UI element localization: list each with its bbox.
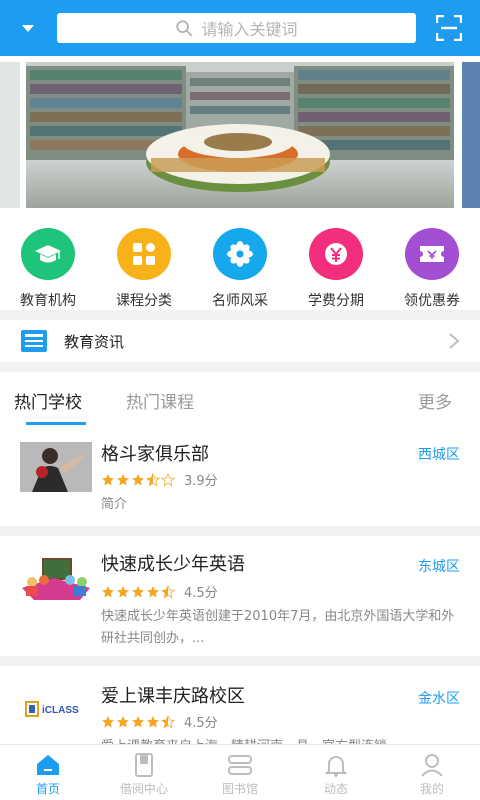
tab-hot-schools[interactable]: 热门学校	[14, 388, 82, 413]
star-empty-icon	[161, 472, 175, 486]
star-icon	[102, 473, 114, 485]
category-label: 领优惠券	[404, 293, 460, 309]
school-description: 简介	[101, 497, 128, 512]
school-description: 爱上课教育来自上海，精耕河南一县，官方型连锁	[101, 736, 460, 744]
app-root: 请输入关键词 教育机构 课程分类 名师风采 学费分期 领优惠券 教育资讯 热门学…	[0, 0, 480, 800]
nav-label: 动态	[323, 782, 348, 796]
category-grid: 教育机构 课程分类 名师风采 学费分期 领优惠券	[0, 214, 480, 310]
search-input[interactable]: 请输入关键词	[57, 13, 416, 43]
tab-underline	[26, 422, 86, 425]
grid-icon	[133, 243, 155, 265]
star-icon	[132, 715, 144, 727]
rating-stars: 4.5分	[101, 712, 218, 731]
nav-label: 图书馆	[221, 782, 258, 796]
star-icon	[147, 715, 159, 727]
tab-hot-courses[interactable]: 热门课程	[126, 388, 194, 413]
list-tabs: 热门学校 热门课程 更多	[0, 372, 480, 426]
category-course-types[interactable]: 课程分类	[96, 214, 192, 310]
school-thumbnail	[20, 554, 92, 604]
category-icon-circle	[21, 228, 75, 280]
list-separator	[0, 526, 480, 536]
yuan-icon	[325, 243, 347, 265]
star-icon	[102, 715, 114, 727]
school-name: 格斗家俱乐部	[101, 444, 209, 465]
category-icon-circle	[405, 228, 459, 280]
star-icon	[117, 715, 129, 727]
caret-down-icon	[22, 24, 34, 32]
rating-stars: 4.5分	[101, 582, 218, 601]
newspaper-icon	[21, 330, 47, 352]
chevron-right-icon	[449, 333, 460, 349]
school-district[interactable]: 西城区	[418, 444, 460, 464]
school-district[interactable]: 东城区	[418, 556, 460, 576]
rating-score: 4.5分	[184, 586, 218, 601]
category-famous-teachers[interactable]: 名师风采	[192, 214, 288, 310]
star-half-icon	[161, 584, 175, 598]
star-icon	[132, 585, 144, 597]
graduation-cap-icon	[35, 245, 61, 263]
star-half-icon	[161, 714, 175, 728]
category-education-institution[interactable]: 教育机构	[0, 214, 96, 310]
nav-home[interactable]: 首页	[0, 745, 96, 800]
more-link[interactable]: 更多	[418, 388, 452, 413]
banner-carousel[interactable]	[0, 56, 480, 214]
svg-text:iCLASS: iCLASS	[42, 705, 79, 716]
dropdown-toggle[interactable]	[0, 0, 56, 56]
category-label: 学费分期	[308, 293, 364, 309]
school-district[interactable]: 金水区	[418, 688, 460, 708]
list-item-school-2[interactable]: 快速成长少年英语 东城区 4.5分 快速成长少年英语创建于2010年7月，由北京…	[0, 536, 480, 656]
list-separator	[0, 656, 480, 666]
user-icon	[421, 754, 443, 777]
star-icon	[117, 585, 129, 597]
news-entry[interactable]: 教育资讯	[0, 320, 480, 362]
school-description: 快速成长少年英语创建于2010年7月，由北京外国语大学和外研社共同创办，...	[101, 609, 455, 646]
school-list-section: 热门学校 热门课程 更多 格斗家俱乐部 西城区 3.9分 简介 快速成长少年英语…	[0, 372, 480, 744]
rating-score: 4.5分	[184, 716, 218, 731]
coupon-icon	[420, 246, 444, 262]
nav-label: 首页	[35, 782, 60, 796]
category-label: 名师风采	[212, 293, 268, 309]
search-icon	[176, 20, 193, 37]
category-icon-circle	[213, 228, 267, 280]
library-icon	[228, 755, 252, 775]
school-name: 快速成长少年英语	[101, 554, 245, 575]
category-label: 教育机构	[20, 293, 76, 309]
book-icon	[135, 753, 153, 777]
bottom-tab-bar: 首页 借阅中心 图书馆 动态 我的	[0, 744, 480, 800]
star-icon	[102, 585, 114, 597]
banner-peek-next	[462, 62, 480, 208]
star-icon	[117, 473, 129, 485]
star-icon	[147, 585, 159, 597]
list-item-school-3[interactable]: iCLASS 爱上课丰庆路校区 金水区 4.5分 爱上课教育来自上海，精耕河南一…	[0, 666, 480, 744]
nav-updates[interactable]: 动态	[288, 745, 384, 800]
nav-borrow-center[interactable]: 借阅中心	[96, 745, 192, 800]
category-icon-circle	[117, 228, 171, 280]
school-thumbnail	[20, 442, 92, 492]
scan-icon[interactable]	[436, 15, 462, 41]
school-thumbnail: iCLASS	[20, 684, 92, 734]
top-bar: 请输入关键词	[0, 0, 480, 56]
category-tuition-installments[interactable]: 学费分期	[288, 214, 384, 310]
list-item-school-1[interactable]: 格斗家俱乐部 西城区 3.9分 简介	[0, 426, 480, 526]
school-name: 爱上课丰庆路校区	[101, 686, 245, 707]
category-icon-circle	[309, 228, 363, 280]
bell-icon	[324, 756, 348, 777]
star-icon	[132, 473, 144, 485]
home-icon	[37, 755, 59, 775]
rating-stars: 3.9分	[101, 470, 218, 489]
category-label: 课程分类	[116, 293, 172, 309]
search-placeholder: 请输入关键词	[201, 20, 298, 39]
banner-image[interactable]	[26, 62, 454, 208]
star-half-icon	[146, 472, 160, 486]
news-title: 教育资讯	[64, 332, 125, 351]
nav-label: 借阅中心	[119, 782, 168, 796]
nav-profile[interactable]: 我的	[384, 745, 480, 800]
flower-icon	[227, 241, 253, 267]
nav-library[interactable]: 图书馆	[192, 745, 288, 800]
nav-label: 我的	[419, 782, 444, 796]
category-coupons[interactable]: 领优惠券	[384, 214, 480, 310]
rating-score: 3.9分	[184, 474, 218, 489]
banner-peek-prev	[0, 62, 20, 208]
